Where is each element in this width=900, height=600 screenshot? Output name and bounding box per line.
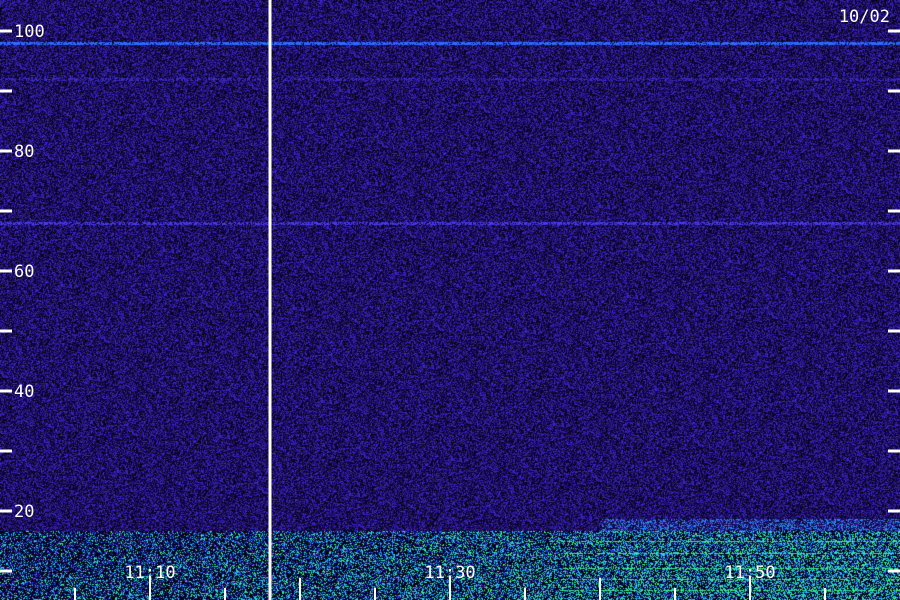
y-tick-label: 60 [14,262,34,282]
y-tick-label: 20 [14,502,34,522]
x-tick-label: 11:30 [424,563,475,583]
spectrogram-panel: 20 40 60 80 100 11:10 11:30 11:50 10/02 [0,0,900,600]
date-label: 10/02 [839,7,890,27]
chart-overlay: 20 40 60 80 100 11:10 11:30 11:50 10/02 [0,0,900,600]
y-tick-label: 40 [14,382,34,402]
x-axis: 11:10 11:30 11:50 [74,563,826,600]
x-tick-label: 11:10 [124,563,175,583]
y-axis: 20 40 60 80 100 [0,22,900,573]
x-tick-label: 11:50 [724,563,775,583]
y-tick-label: 80 [14,142,34,162]
y-tick-label: 100 [14,22,45,42]
